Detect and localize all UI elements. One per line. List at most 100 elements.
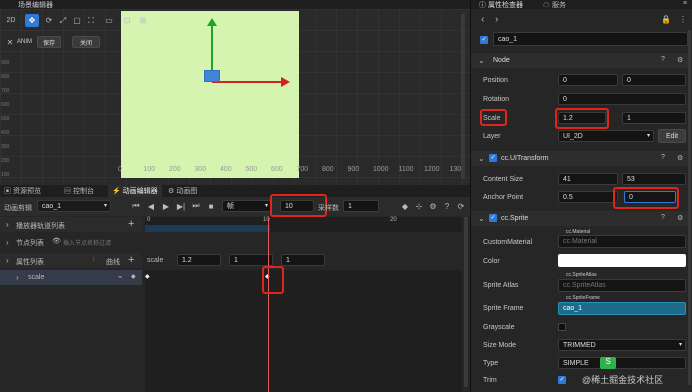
scale-x-input[interactable]: 1.2 — [177, 254, 221, 266]
type-value: SIMPLE — [563, 359, 589, 367]
layer-select[interactable]: UI_2D ▾ — [558, 130, 654, 142]
frame-mode-select[interactable]: 帧 ▾ — [222, 200, 272, 212]
tab-animation-graph[interactable]: ⚙ 动画图 — [168, 186, 197, 196]
component-enabled-checkbox[interactable]: ✓ — [489, 154, 497, 162]
help-icon[interactable]: ? — [442, 201, 452, 211]
type-label: Type — [483, 360, 499, 367]
chevron-right-icon: › — [6, 256, 9, 265]
service-tab[interactable]: ☁ 服务 — [543, 0, 566, 10]
keyframe-add-icon[interactable]: ⊹ — [414, 201, 424, 211]
rotate-tool-icon[interactable]: ⟳ — [43, 14, 55, 27]
gizmo-x-axis[interactable] — [212, 81, 282, 83]
settings-icon[interactable]: ⚙ — [677, 154, 683, 162]
play-icon[interactable]: ▶ — [161, 201, 171, 211]
scene-scrollbar[interactable] — [461, 14, 465, 179]
jump-last-icon[interactable]: ⏭ — [191, 201, 201, 211]
uitransform-section-header[interactable]: ⌄ ✓ cc.UITransform ? ⚙ — [471, 151, 689, 166]
node-filter-input[interactable]: 插入节点名称过滤 — [63, 238, 111, 247]
tab-label: 动画图 — [176, 188, 198, 195]
more-icon[interactable]: ⋮ — [679, 15, 687, 24]
close-button[interactable]: 关闭 — [72, 36, 100, 48]
scale-track-row[interactable]: › scale ⌁ ◆ — [0, 270, 142, 285]
stop-icon[interactable]: ■ — [206, 201, 216, 211]
ruler-x-label: 600 — [271, 166, 283, 173]
custom-material-field[interactable]: cc.Material — [558, 235, 686, 248]
settings-icon[interactable]: ⚙ — [677, 214, 683, 222]
local-global-icon[interactable]: ⊡ — [121, 14, 133, 27]
scale-tool-icon[interactable]: ⤢ — [57, 14, 69, 27]
curve-icon[interactable]: ⌇ — [92, 256, 95, 264]
settings-icon[interactable]: ⚙ — [428, 201, 438, 211]
gizmo-x-arrow[interactable] — [281, 77, 290, 87]
content-height-input[interactable]: 53 — [622, 173, 686, 185]
anchor-x-input[interactable]: 0.5 — [558, 191, 618, 203]
playhead-line[interactable] — [268, 218, 269, 392]
node-name-input[interactable]: cao_1 — [493, 32, 688, 46]
gizmo-y-arrow[interactable] — [207, 18, 217, 26]
refresh-icon[interactable]: ⟳ — [456, 201, 466, 211]
scale-z-input[interactable]: 1 — [281, 254, 325, 266]
prev-frame-icon[interactable]: ◀ — [146, 201, 156, 211]
anchor-label: Anchor Point — [483, 194, 524, 201]
ruler-x-label: 1000 — [373, 166, 389, 173]
keyframe-diamond-icon[interactable]: ◆ — [400, 201, 410, 211]
help-icon[interactable]: ? — [661, 56, 665, 63]
rect-tool-icon[interactable]: ▢ — [71, 14, 83, 27]
add-icon[interactable]: + — [128, 218, 134, 230]
player-track-row[interactable]: › 播放器轨道列表 + — [0, 217, 142, 232]
rotation-input[interactable]: 0 — [558, 93, 686, 105]
position-y-input[interactable]: 0 — [622, 74, 686, 86]
tab-icon: ▤ — [64, 188, 73, 195]
transform-tool-icon[interactable]: ⛶ — [85, 14, 97, 27]
node-section-header[interactable]: ⌄ Node ? ⚙ — [471, 53, 689, 68]
inspector-tab[interactable]: ⓘ 属性检查器 — [479, 0, 523, 10]
nav-forward-icon[interactable]: › — [495, 14, 498, 25]
snap-icon[interactable]: ⊞ — [137, 14, 149, 27]
menu-icon[interactable]: ≡ — [683, 0, 687, 7]
add-icon[interactable]: + — [128, 254, 134, 266]
next-frame-icon[interactable]: ▶| — [176, 201, 186, 211]
scale-y-input[interactable]: 1 — [229, 254, 273, 266]
timeline-ruler[interactable]: 0 10 20 — [145, 217, 462, 232]
save-button[interactable]: 保存 — [37, 36, 61, 48]
eye-icon[interactable]: 👁 — [52, 237, 61, 245]
content-width-input[interactable]: 41 — [558, 173, 618, 185]
sprite-frame-field[interactable]: cao_1 — [558, 302, 686, 315]
inspector-scrollbar[interactable] — [688, 30, 691, 385]
sprite-section-header[interactable]: ⌄ ✓ cc.Sprite ? ⚙ — [471, 211, 689, 226]
curve-label[interactable]: 曲线 — [106, 257, 120, 267]
ruler-x-label: 300 — [194, 166, 207, 173]
ruler-y-label: 700 — [1, 88, 10, 94]
trim-checkbox[interactable]: ✓ — [558, 376, 566, 384]
position-x-input[interactable]: 0 — [558, 74, 618, 86]
grayscale-checkbox[interactable] — [558, 323, 566, 331]
keyframe-start[interactable]: ◆ — [145, 273, 150, 280]
tab-console[interactable]: ▤ 控制台 — [64, 186, 94, 196]
track-area[interactable] — [145, 270, 462, 392]
canvas-area[interactable] — [121, 11, 299, 178]
settings-icon[interactable]: ⚙ — [677, 56, 683, 64]
component-enabled-checkbox[interactable]: ✓ — [489, 214, 497, 222]
node-active-checkbox[interactable]: ✓ — [480, 36, 488, 44]
tab-animation-editor[interactable]: ⚡ 动画编辑器 — [108, 185, 162, 197]
keyframe-icon[interactable]: ◆ — [131, 273, 136, 280]
type-select[interactable]: SIMPLE — [558, 357, 686, 369]
sprite-node[interactable] — [204, 70, 220, 82]
jump-first-icon[interactable]: ⏮ — [131, 201, 141, 211]
pivot-icon[interactable]: ▭ — [103, 14, 115, 27]
edit-layer-button[interactable]: Edit — [658, 129, 686, 143]
move-tool-icon[interactable]: ✥ — [25, 14, 39, 27]
scale-y-input[interactable]: 1 — [622, 112, 686, 124]
nav-back-icon[interactable]: ‹ — [481, 14, 484, 25]
anim-scrollbar[interactable] — [464, 217, 468, 387]
help-icon[interactable]: ? — [661, 154, 665, 161]
sprite-atlas-field[interactable]: cc.SpriteAtlas — [558, 279, 686, 292]
lock-icon[interactable]: 🔒 — [661, 15, 671, 24]
tab-assets-preview[interactable]: ▣ 资源预览 — [4, 186, 41, 196]
clip-select[interactable]: cao_1 ▾ — [37, 200, 111, 212]
color-swatch[interactable] — [558, 254, 686, 267]
help-icon[interactable]: ? — [661, 214, 665, 221]
tab-label: 控制台 — [72, 188, 94, 195]
size-mode-select[interactable]: TRIMMED ▾ — [558, 339, 686, 351]
sample-input[interactable]: 1 — [343, 200, 379, 212]
